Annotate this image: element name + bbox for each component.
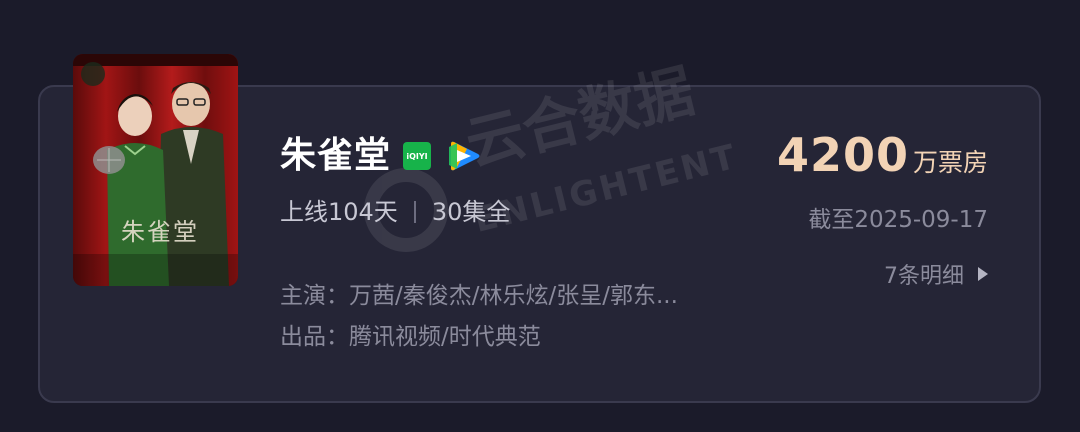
details-link[interactable]: 7条明细: [884, 258, 988, 290]
cast-label: 主演：: [280, 283, 349, 309]
box-office-value: 4200: [776, 128, 909, 182]
title-row: 朱雀堂 iQIYI: [280, 134, 481, 178]
iqiyi-badge-icon: iQIYI: [403, 142, 432, 170]
details-link-label: 7条明细: [884, 264, 964, 289]
show-title[interactable]: 朱雀堂: [280, 134, 391, 178]
producer-label: 出品：: [280, 324, 349, 350]
tencent-video-icon: [449, 141, 480, 171]
box-office-unit: 万票房: [912, 148, 988, 177]
poster-title-text: 朱雀堂: [121, 218, 199, 246]
producer-list: 腾讯视频/时代典范: [349, 324, 541, 350]
box-office: 4200 万票房: [777, 128, 988, 182]
poster-image[interactable]: 朱雀堂: [73, 54, 238, 286]
episode-count: 30集全: [431, 198, 511, 226]
producer-row: 出品：腾讯视频/时代典范: [280, 321, 541, 353]
show-meta: 上线104天 30集全: [280, 196, 510, 228]
page: 云合数据 ENLIGHTENT 朱雀堂 朱雀堂 iQIYI 上线104天 30集…: [0, 0, 1080, 432]
cast-list: 万茜/秦俊杰/林乐炫/张呈/郭东...: [349, 283, 678, 309]
days-online: 上线104天: [280, 198, 398, 226]
chevron-right-icon: [978, 267, 988, 281]
meta-divider: [413, 201, 416, 223]
as-of-date: 截至2025-09-17: [808, 207, 988, 233]
cast-row: 主演：万茜/秦俊杰/林乐炫/张呈/郭东...: [280, 280, 678, 312]
